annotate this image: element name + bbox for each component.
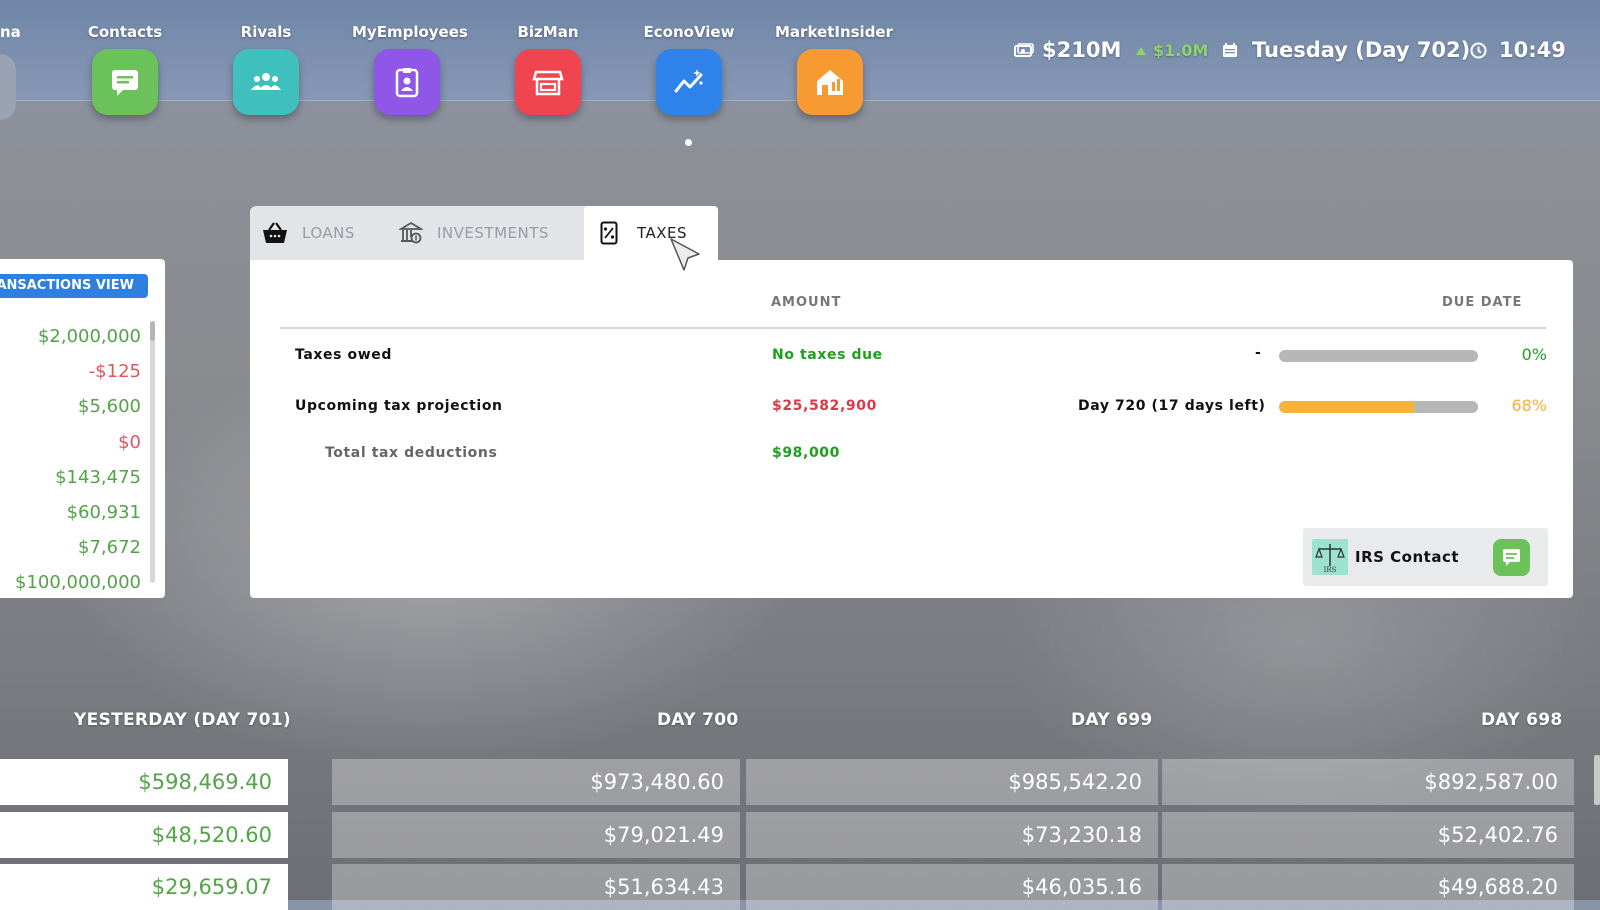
- column-header-due-date: DUE DATE: [1442, 295, 1523, 310]
- table-cell: $52,402.76: [1162, 812, 1574, 858]
- tab-label: INVESTMENTS: [437, 224, 549, 242]
- list-item: $7,672: [78, 537, 141, 559]
- tab-loans[interactable]: LOANS: [250, 206, 387, 260]
- time-status: 10:49: [1470, 36, 1566, 64]
- table-cell: $892,587.00: [1162, 759, 1574, 805]
- app-econoview[interactable]: EconoView: [634, 0, 744, 115]
- irs-contact-name: IRS Contact: [1355, 548, 1460, 566]
- app-label: BizMan: [517, 23, 579, 41]
- date-value: Tuesday (Day 702): [1252, 38, 1471, 62]
- taxes-owed-due: -: [1255, 345, 1262, 361]
- tax-deductions-label: Total tax deductions: [325, 445, 498, 461]
- taxes-owed-label: Taxes owed: [295, 347, 392, 363]
- list-item: $2,000,000: [37, 326, 141, 347]
- bank-icon: [399, 221, 423, 244]
- app-label: Contacts: [87, 23, 163, 41]
- cash-icon: [1014, 43, 1034, 57]
- transactions-view-button[interactable]: ANSACTIONS VIEW: [0, 274, 148, 298]
- up-arrow-icon: [1136, 46, 1147, 55]
- app-label: MarketInsider: [775, 23, 894, 41]
- table-cell: $73,230.18: [746, 812, 1158, 858]
- history-scrollbar[interactable]: [1594, 755, 1600, 805]
- date-status: Tuesday (Day 702): [1222, 36, 1470, 64]
- history-header-day-700: DAY 700: [657, 710, 739, 730]
- chat-icon[interactable]: [1493, 539, 1530, 576]
- house-icon[interactable]: [797, 49, 863, 115]
- chart-icon[interactable]: [656, 49, 722, 115]
- app-label: MyEmployees: [352, 23, 468, 41]
- scrollbar-thumb[interactable]: [150, 321, 155, 341]
- app-tile-partial[interactable]: [0, 54, 16, 120]
- taxes-owed-amount: No taxes due: [772, 347, 883, 363]
- table-cell: $985,542.20: [746, 759, 1158, 805]
- app-myemployees[interactable]: MyEmployees: [352, 0, 468, 115]
- table-cell: $973,480.60: [332, 759, 740, 805]
- store-icon[interactable]: [515, 49, 581, 115]
- tax-projection-percent: 68%: [1511, 396, 1547, 415]
- tax-projection-amount: $25,582,900: [772, 398, 877, 414]
- people-icon[interactable]: [233, 49, 299, 115]
- tax-doc-icon: [600, 221, 618, 245]
- transactions-panel: ANSACTIONS VIEW $2,000,000 -$125 $5,600 …: [0, 259, 165, 598]
- money-status: $210M $1.0M: [1014, 36, 1208, 64]
- app-bizman[interactable]: BizMan: [493, 0, 603, 115]
- basket-icon: [263, 222, 287, 243]
- table-cell: $51,634.43: [332, 864, 740, 910]
- header-divider: [280, 327, 1546, 329]
- tax-projection-progress-bar: [1279, 401, 1478, 413]
- app-label: EconoView: [643, 23, 735, 41]
- tax-deductions-amount: $98,000: [772, 445, 840, 461]
- tax-projection-label: Upcoming tax projection: [295, 398, 503, 414]
- app-label: Rivals: [240, 23, 292, 41]
- time-value: 10:49: [1499, 38, 1566, 62]
- taxes-owed-percent: 0%: [1521, 345, 1547, 364]
- column-header-amount: AMOUNT: [771, 295, 842, 310]
- top-bar: na Contacts Rivals MyEmployees BizMan Ec…: [0, 0, 1600, 120]
- list-item: $5,600: [78, 396, 141, 418]
- progress-fill: [1279, 401, 1415, 413]
- tab-label: LOANS: [302, 224, 355, 242]
- taxes-owed-progress-bar: [1279, 350, 1478, 362]
- clock-icon: [1470, 42, 1487, 58]
- app-label-partial: na: [0, 23, 21, 41]
- list-item: $0: [118, 431, 141, 453]
- list-item: $100,000,000: [15, 572, 141, 594]
- table-cell: $49,688.20: [1162, 864, 1574, 910]
- calendar-icon: [1223, 43, 1237, 57]
- cursor-icon: [670, 238, 700, 271]
- table-cell: $46,035.16: [746, 864, 1158, 910]
- page-indicator-dot[interactable]: [685, 139, 692, 146]
- money-delta-value: $1.0M: [1152, 40, 1209, 60]
- history-header-day-699: DAY 699: [1071, 710, 1153, 730]
- money-value: $210M: [1042, 38, 1122, 62]
- tab-investments[interactable]: INVESTMENTS: [387, 206, 584, 260]
- chat-icon[interactable]: [92, 49, 158, 115]
- badge-icon[interactable]: [374, 49, 440, 115]
- svg-text:IRS: IRS: [1324, 566, 1337, 574]
- table-cell: $598,469.40: [0, 759, 288, 805]
- history-header-yesterday: YESTERDAY (DAY 701): [74, 710, 291, 730]
- scales-icon: IRS: [1312, 539, 1348, 575]
- table-cell: $79,021.49: [332, 812, 740, 858]
- app-rivals[interactable]: Rivals: [211, 0, 321, 115]
- table-cell: $29,659.07: [0, 864, 288, 910]
- list-item: $143,475: [55, 466, 141, 488]
- table-cell: $48,520.60: [0, 812, 288, 858]
- history-header-day-698: DAY 698: [1481, 710, 1563, 730]
- transactions-scrollbar[interactable]: [150, 321, 155, 583]
- app-contacts[interactable]: Contacts: [70, 0, 180, 115]
- irs-contact-card[interactable]: IRS IRS Contact: [1303, 528, 1548, 586]
- app-marketinsider[interactable]: MarketInsider: [775, 0, 894, 115]
- transactions-list: $2,000,000 -$125 $5,600 $0 $143,475 $60,…: [15, 326, 141, 598]
- finance-tabs: LOANS INVESTMENTS TAXES: [250, 206, 718, 260]
- money-delta: $1.0M: [1135, 41, 1208, 60]
- taxes-panel: AMOUNT DUE DATE Taxes owed No taxes due …: [250, 260, 1573, 598]
- tax-projection-due: Day 720 (17 days left): [1078, 398, 1266, 414]
- list-item: -$125: [88, 361, 141, 383]
- list-item: $60,931: [66, 501, 141, 523]
